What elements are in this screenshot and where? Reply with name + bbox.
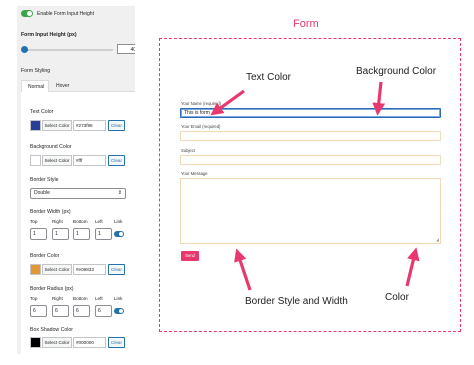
arrow-to-background	[372, 81, 386, 116]
annotation-arrows	[210, 81, 420, 291]
arrow-to-color	[405, 247, 420, 287]
arrow-to-text	[210, 89, 245, 116]
arrow-to-border	[234, 248, 252, 291]
